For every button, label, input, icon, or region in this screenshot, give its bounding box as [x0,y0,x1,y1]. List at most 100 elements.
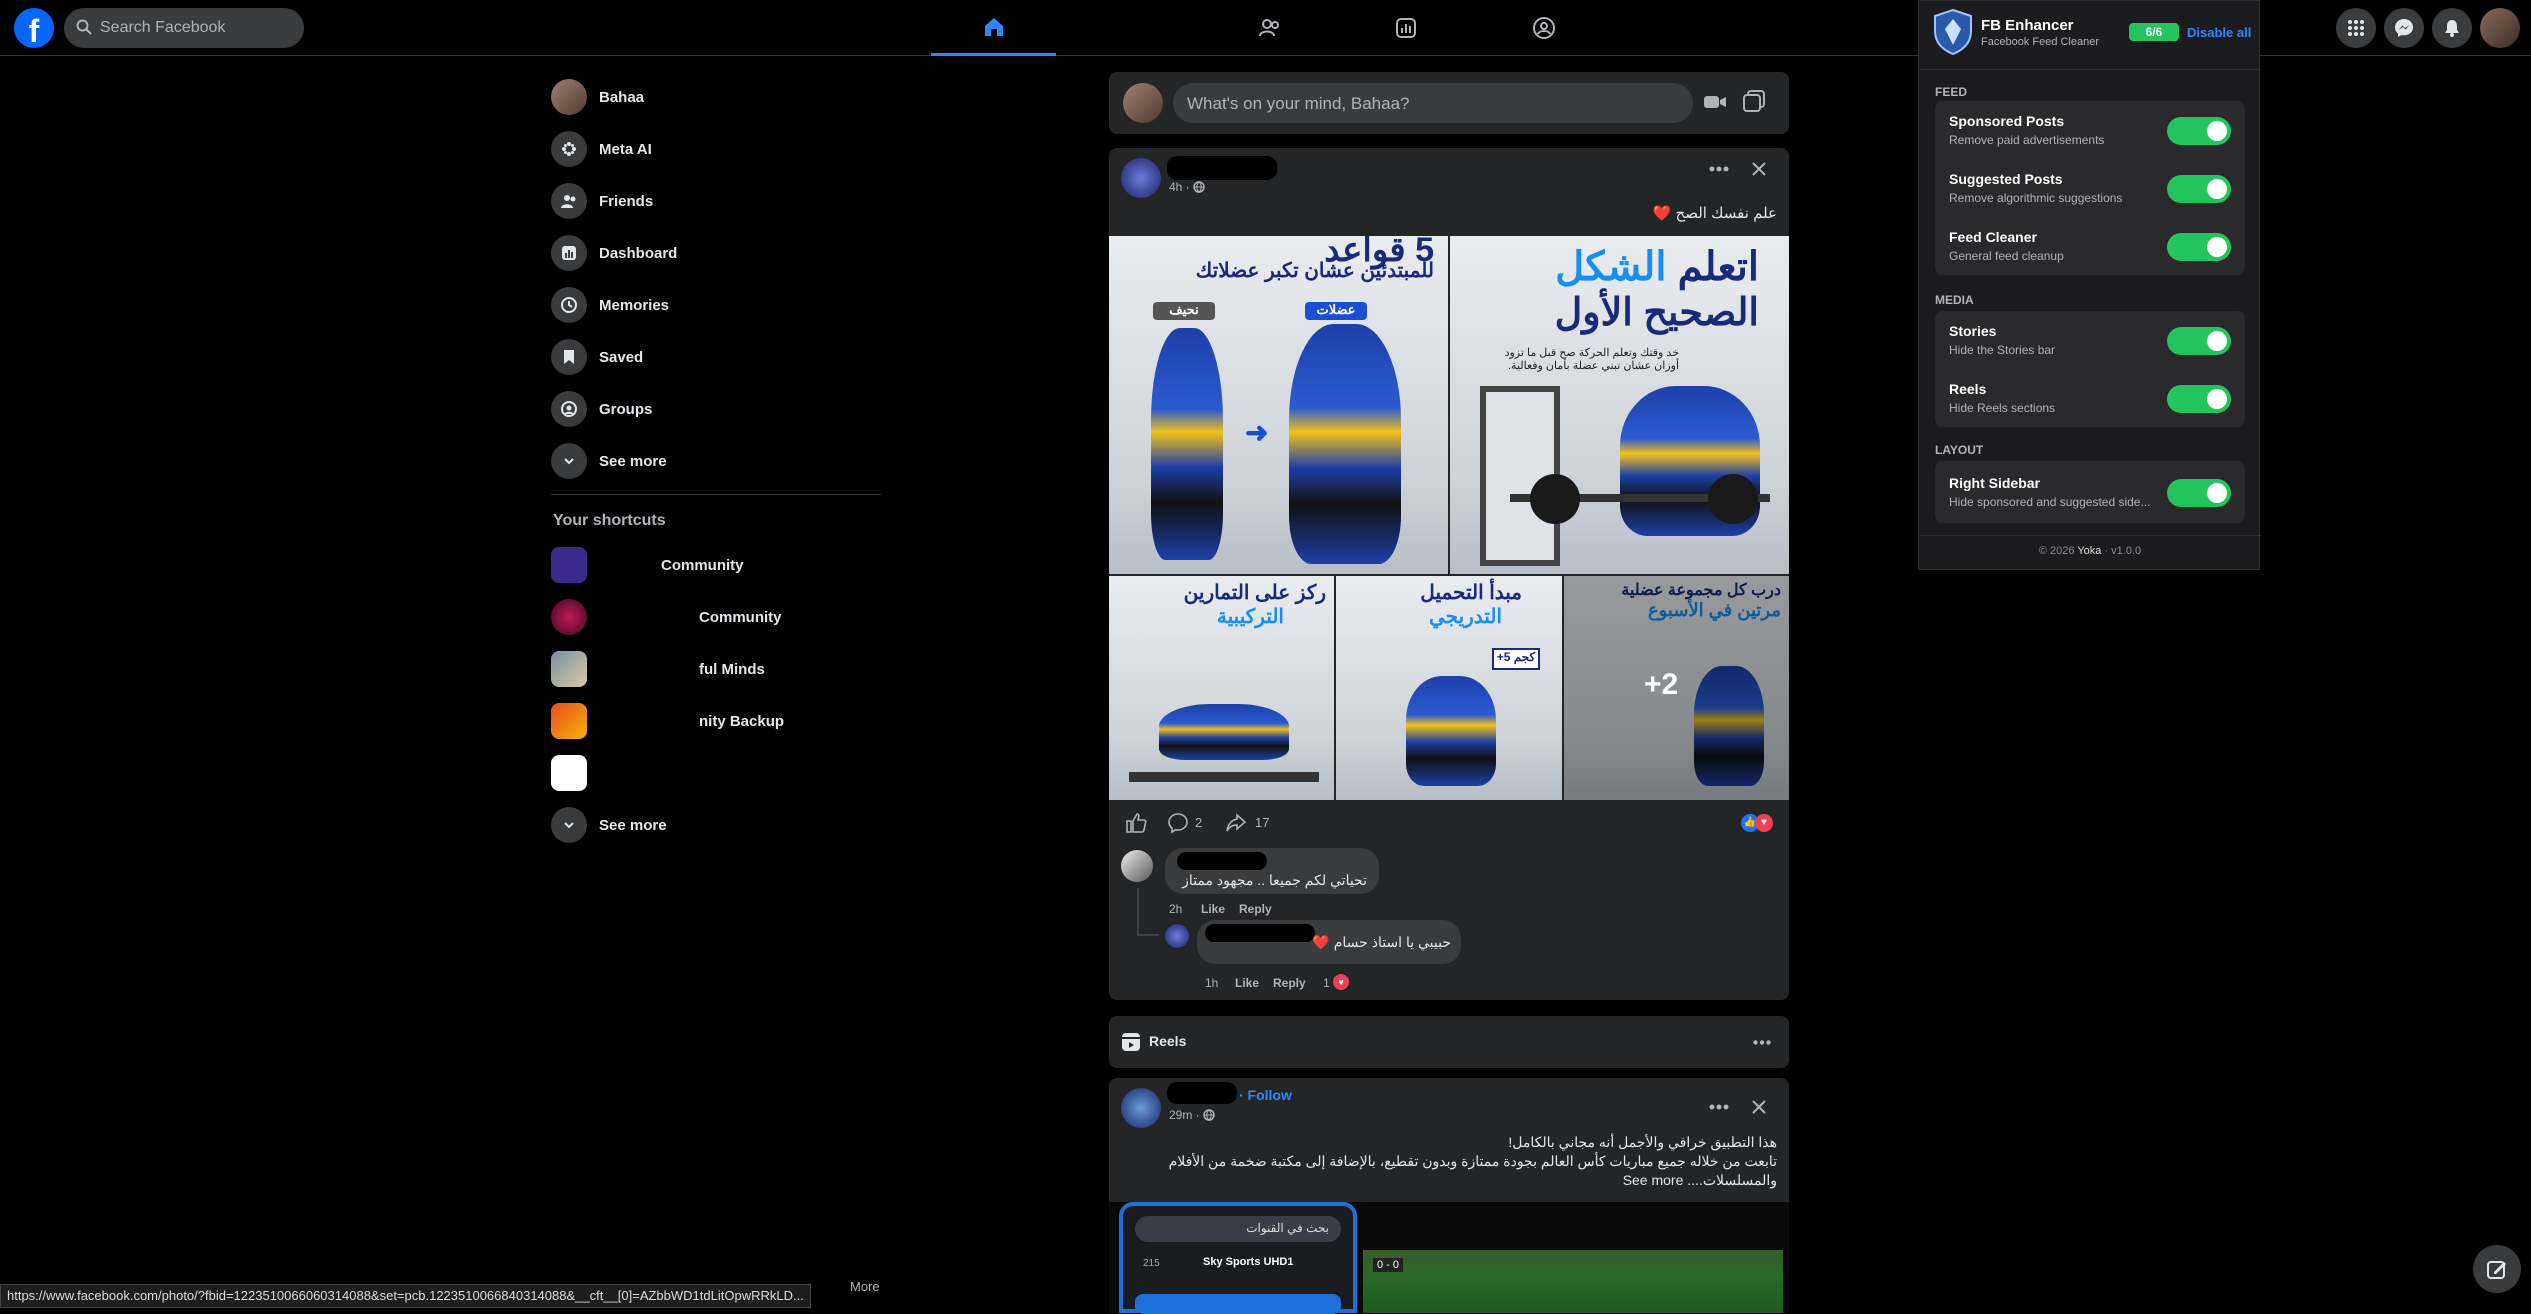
more-options-icon[interactable] [1709,166,1729,172]
post-photo-1[interactable]: 5 قواعد للمبتدئين عشان تكبر عضلاتك نحيف … [1109,236,1448,574]
shortcut-item[interactable]: ful Minds [551,645,765,693]
account-avatar[interactable] [2480,8,2520,48]
more-options-icon[interactable] [1709,1104,1729,1110]
compose-icon [2487,1261,2506,1279]
dashboard-icon [1395,18,1416,38]
post-photo-5[interactable]: درب كل مجموعة عضلية مرتين في الأسبوع +2 [1564,576,1789,800]
shortcuts-see-more[interactable]: See more [551,801,667,849]
love-reaction-icon: ♥ [1333,974,1349,990]
photo-text: التدريجي [1429,606,1502,628]
sidebar-item-groups[interactable]: Groups [551,385,652,433]
setting-row-stories: Stories Hide the Stories bar [1949,311,2231,369]
sidebar-item-label: Friends [599,192,654,210]
bell-icon [2445,20,2459,37]
globe-icon [1203,1109,1215,1121]
setting-description: Hide the Stories bar [1949,343,2056,357]
toggle-sponsored-posts[interactable] [2167,117,2231,145]
shortcut-item[interactable] [551,749,909,797]
sidebar-item-dashboard[interactable]: Dashboard [551,229,677,277]
like-icon[interactable] [1125,812,1147,834]
sidebar-item-meta-ai[interactable]: Meta AI [551,125,652,173]
facebook-logo[interactable]: f [14,8,54,49]
friends-icon [1258,19,1279,37]
sidebar-see-more[interactable]: See more [551,437,667,485]
enabled-count-badge: 6/6 [2129,23,2179,41]
sidebar-item-friends[interactable]: Friends [551,177,653,225]
shortcut-item[interactable]: Community [551,541,744,589]
setting-title: Reels [1949,381,1987,397]
toggle-reels[interactable] [2167,385,2231,413]
extension-subtitle: Facebook Feed Cleaner [1981,36,2100,48]
setting-title: Sponsored Posts [1949,113,2065,129]
post-photo-4[interactable]: مبدأ التحميل التدريجي +5 كجم [1336,576,1562,800]
new-message-button[interactable] [2473,1245,2521,1293]
setting-row-suggested-posts: Suggested Posts Remove algorithmic sugge… [1949,159,2231,217]
setting-row-sponsored-posts: Sponsored Posts Remove paid advertisemen… [1949,101,2231,159]
tab-dashboard[interactable] [1343,0,1468,56]
toggle-feed-cleaner[interactable] [2167,233,2231,261]
sidebar-profile[interactable]: Bahaa [551,73,709,121]
tab-groups[interactable] [1481,0,1606,56]
avatar [551,79,587,115]
setting-title: Stories [1949,323,1997,339]
toggle-right-sidebar[interactable] [2167,479,2231,507]
sidebar-item-label: Dashboard [599,244,678,262]
toggle-suggested-posts[interactable] [2167,175,2231,203]
shortcut-thumbnail [551,599,587,635]
close-icon[interactable] [1751,161,1767,177]
comment-like-link[interactable]: Like [1201,902,1225,916]
see-more-link[interactable]: والمسلسلات.... See more [1623,1172,1777,1189]
footer-more-link[interactable]: More [850,1279,880,1294]
sidebar-item-memories[interactable]: Memories [551,281,669,329]
comment-reply-link[interactable]: Reply [1273,976,1306,990]
comment-reply-link[interactable]: Reply [1239,902,1272,916]
tab-friends[interactable] [1207,0,1332,56]
sidebar-item-label: Memories [599,296,670,314]
disable-all-button[interactable]: Disable all [2187,25,2251,40]
sidebar-item-saved[interactable]: Saved [551,333,643,381]
plate-illustration [1708,474,1758,524]
tab-home[interactable] [931,0,1056,56]
shortcut-item[interactable]: nity Backup [551,697,784,745]
follow-link[interactable]: · Follow [1239,1087,1292,1103]
channel-number: 215 [1143,1258,1160,1269]
redaction [1205,924,1315,942]
page-avatar[interactable] [1121,158,1161,198]
redaction [1167,1082,1237,1104]
commenter-avatar[interactable] [1165,924,1189,948]
photo-text: الصحيح الأول [1554,292,1759,334]
comment-icon[interactable] [1167,812,1189,834]
live-video-icon[interactable] [1703,92,1727,112]
notifications-button[interactable] [2432,8,2472,48]
page-avatar[interactable] [1121,1088,1161,1128]
redaction [599,554,661,576]
close-icon[interactable] [1751,1099,1767,1115]
figure-illustration [1151,328,1223,560]
photo-icon[interactable] [1743,90,1765,112]
setting-description: Hide sponsored and suggested side... [1949,495,2151,509]
reels-icon [1122,1033,1140,1051]
shortcut-label: Community [661,556,744,574]
composer-placeholder: What's on your mind, Bahaa? [1187,94,1410,113]
comment-reaction-count: 1 [1323,976,1330,990]
menu-button[interactable] [2336,8,2376,48]
messenger-button[interactable] [2384,8,2424,48]
toggle-stories[interactable] [2167,327,2231,355]
commenter-avatar[interactable] [1121,850,1153,882]
section-label-layout: LAYOUT [1935,443,1984,457]
search-box[interactable]: Search Facebook [64,8,304,48]
post-photo-2[interactable]: اتعلم الشكل الصحيح الأول خد وقتك وتعلم ا… [1450,236,1789,574]
layout-settings-group: Right Sidebar Hide sponsored and suggest… [1935,461,2245,523]
share-icon[interactable] [1225,812,1247,834]
video-preview[interactable]: بحث في القنوات 215 Sky Sports UHD1 0 - 0 [1109,1202,1789,1314]
composer-input[interactable]: What's on your mind, Bahaa? [1173,83,1693,123]
comment-like-link[interactable]: Like [1235,976,1259,990]
bookmark-icon [551,339,587,375]
photo-text: مبدأ التحميل [1420,582,1522,604]
more-options-icon[interactable] [1753,1040,1771,1045]
shortcut-item[interactable]: Community [551,593,782,641]
reels-label: Reels [1149,1033,1187,1049]
post-photo-3[interactable]: ركز على التمارين التركيبية [1109,576,1334,800]
shortcut-thumbnail [551,755,587,791]
search-input[interactable]: Search Facebook [100,19,225,37]
